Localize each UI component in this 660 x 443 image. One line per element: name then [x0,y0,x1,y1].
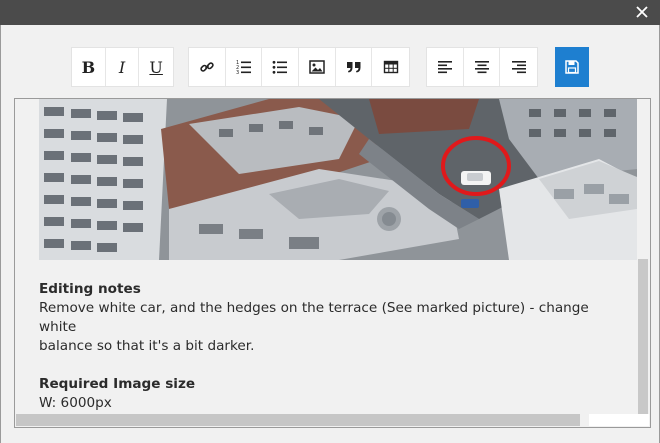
quote-icon [346,62,361,73]
dialog-titlebar [0,0,660,25]
required-size-heading: Required Image size [39,376,196,392]
editor-toolbar: B I U 1 2 3 [1,25,659,98]
align-center-icon [474,61,489,74]
image-button[interactable] [299,48,336,86]
image-icon [309,60,325,74]
align-center-button[interactable] [464,48,501,86]
editor-dialog: B I U 1 2 3 Editing notes Remove white c… [0,25,660,443]
align-right-icon [511,61,526,74]
save-button[interactable] [555,47,589,87]
bold-button[interactable]: B [72,48,106,86]
underline-button[interactable]: U [139,48,173,86]
align-left-button[interactable] [427,48,464,86]
link-icon [200,62,214,72]
editing-notes-heading: Editing notes [39,281,141,297]
bullet-list-icon [272,60,288,74]
horizontal-scrollbar-track [589,414,649,426]
close-icon[interactable] [634,4,650,20]
italic-icon: I [118,57,126,77]
horizontal-scrollbar[interactable] [16,414,580,426]
link-button[interactable] [189,48,226,86]
editor-content-area[interactable]: Editing notes Remove white car, and the … [14,98,651,428]
vertical-scrollbar[interactable] [638,259,648,417]
editing-notes-block: Editing notes Remove white car, and the … [39,280,629,413]
save-icon [565,60,579,74]
editing-notes-text-line-2: balance so that it's a bit darker. [39,338,255,354]
underline-icon: U [149,57,163,77]
align-right-button[interactable] [500,48,537,86]
required-size-value: W: 6000px [39,395,112,411]
bullet-list-button[interactable] [262,48,300,86]
aerial-city-photo [39,99,637,260]
align-group [426,47,538,87]
ordered-list-icon: 1 2 3 [236,60,251,75]
insert-group: 1 2 3 [188,47,410,87]
ordered-list-button[interactable]: 1 2 3 [226,48,263,86]
svg-text:3: 3 [236,70,239,75]
italic-button[interactable]: I [106,48,140,86]
bold-icon: B [81,57,96,77]
format-group: B I U [71,47,174,87]
editing-notes-text-line-1: Remove white car, and the hedges on the … [39,300,589,335]
quote-button[interactable] [336,48,373,86]
table-icon [383,60,398,74]
table-button[interactable] [372,48,409,86]
align-left-icon [437,61,452,74]
